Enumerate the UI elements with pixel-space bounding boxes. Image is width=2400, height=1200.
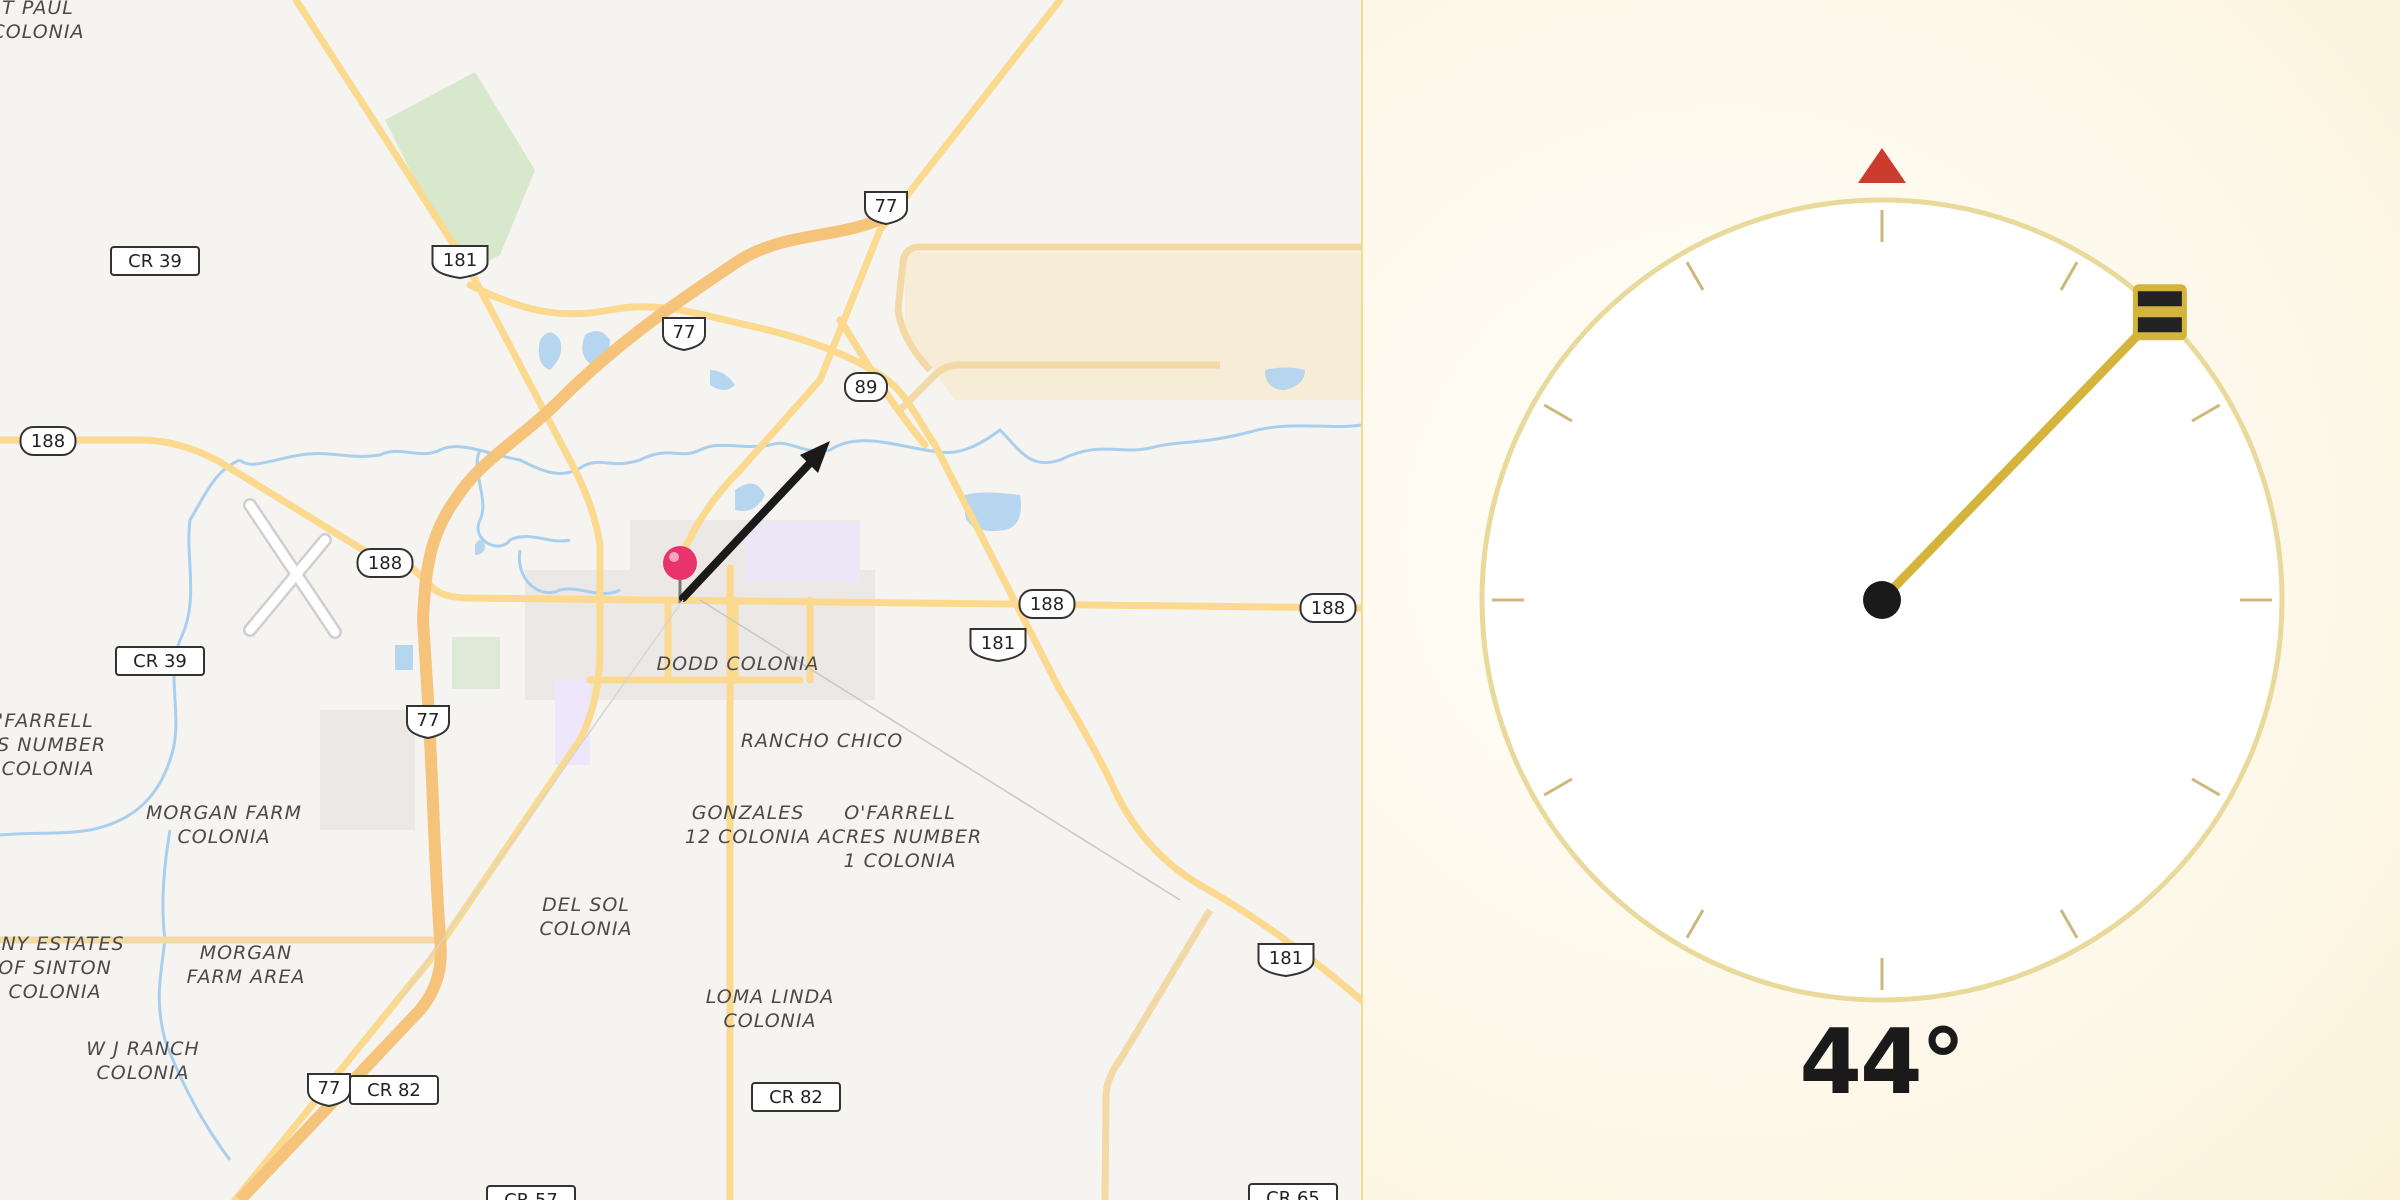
road-shield-us: 77 (662, 317, 706, 352)
shield-label: CR 39 (128, 251, 182, 272)
place-label: DODD COLONIA (657, 653, 820, 675)
place-label: T PAUL COLONIA (0, 0, 85, 43)
needle-handle (2132, 284, 2187, 341)
road-shield-us: 77 (307, 1073, 351, 1108)
shield-label: CR 57 (504, 1190, 558, 1200)
map-panel[interactable]: T PAULCOLONIA DODD COLONIA RANCHO CHICO O'F… (0, 0, 1361, 1200)
shield-label: 77 (875, 196, 898, 217)
shield-label: CR 82 (769, 1087, 823, 1108)
road-shield-us: 181 (969, 628, 1027, 663)
shield-label: 188 (31, 431, 65, 452)
place-label: O'FARRELLRES NUMBER2 COLONIA (0, 710, 106, 780)
shield-label: CR 82 (367, 1080, 421, 1101)
shield-label: 188 (1030, 594, 1064, 615)
road-shield-state: 188 (1299, 593, 1357, 623)
road-shield-county: CR 82 (349, 1075, 439, 1105)
shield-label: 188 (1311, 598, 1345, 619)
road-shield-us: 77 (864, 191, 908, 226)
shield-label: 77 (417, 710, 440, 731)
shield-label: 77 (318, 1078, 341, 1099)
place-label: GONZALES 12 COLONIA (685, 802, 811, 848)
road-shield-us: 181 (1257, 943, 1315, 978)
compass-panel: 44° (1363, 0, 2400, 1200)
road-shield-state: 89 (844, 372, 888, 402)
place-label: ONY ESTATESOF SINTONCOLONIA (0, 933, 125, 1003)
road-shield-county: CR 39 (110, 246, 200, 276)
shield-label: 181 (443, 250, 477, 271)
shield-label: CR 65 (1266, 1188, 1320, 1200)
road-shield-state: 188 (356, 548, 414, 578)
shield-label: 181 (981, 633, 1015, 654)
place-label: W J RANCH COLONIA (86, 1038, 199, 1084)
road-shield-county: CR 39 (115, 646, 205, 676)
road-shield-county: CR 57 (486, 1185, 576, 1200)
green-area (452, 637, 500, 689)
place-label: LOMA LINDA COLONIA (706, 986, 834, 1032)
place-label: RANCHO CHICO (741, 730, 903, 752)
road-shield-state: 188 (1018, 589, 1076, 619)
heading-readout: 44° (1799, 1010, 1965, 1115)
place-label: DEL SOL COLONIA (540, 894, 633, 940)
road-shield-county: CR 82 (751, 1082, 841, 1112)
place-label: O'FARRELL ACRES NUMBER 1 COLONIA (816, 802, 982, 872)
road-shield-state: 188 (19, 426, 77, 456)
north-marker (1858, 148, 1906, 183)
shield-label: 181 (1269, 948, 1303, 969)
compass-center (1863, 581, 1901, 619)
road-shield-us: 181 (431, 245, 489, 280)
place-label: MORGAN FARM AREA (187, 942, 306, 988)
shield-label: CR 39 (133, 651, 187, 672)
shield-label: 77 (673, 322, 696, 343)
road-shield-us: 77 (406, 705, 450, 740)
shield-label: 89 (855, 377, 878, 398)
purple-area (745, 522, 860, 582)
shield-label: 188 (368, 553, 402, 574)
map-canvas[interactable]: T PAULCOLONIA DODD COLONIA RANCHO CHICO O'F… (0, 0, 1361, 1200)
road-shield-county: CR 65 (1248, 1183, 1338, 1200)
